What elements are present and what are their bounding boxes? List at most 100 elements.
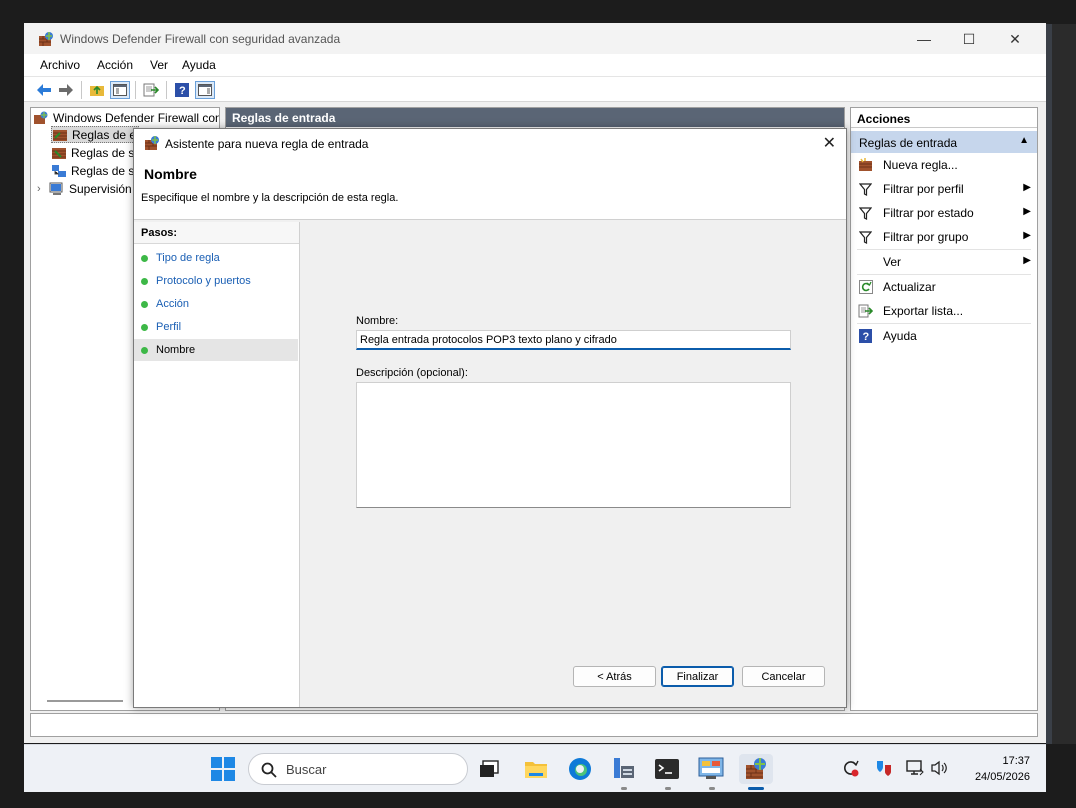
step-profile[interactable]: Perfil [134, 316, 298, 338]
export-icon [858, 304, 873, 318]
submenu-arrow-icon: ▶ [1023, 182, 1031, 193]
action-filter-group[interactable]: Filtrar por grupo ▶ [851, 225, 1037, 249]
tree-item-label: Reglas de s [71, 163, 135, 178]
rule-name-input[interactable] [356, 330, 791, 350]
horizontal-scrollbar[interactable] [47, 700, 123, 702]
action-filter-profile[interactable]: Filtrar por perfil ▶ [851, 177, 1037, 201]
step-action[interactable]: Acción [134, 293, 298, 315]
outbound-rules-icon [52, 147, 66, 159]
actions-section-inbound-rules[interactable]: Reglas de entrada ▲ [851, 131, 1037, 153]
tree-item-outbound-rules[interactable]: Reglas de s [51, 144, 134, 161]
action-view[interactable]: Ver ▶ [851, 250, 1037, 274]
submenu-arrow-icon: ▶ [1023, 255, 1031, 266]
toolbar: ? [24, 76, 1046, 102]
taskbar: Buscar 17:37 24/05/2026 [24, 744, 1046, 792]
maximize-button[interactable]: ☐ [946, 27, 992, 51]
rule-description-input[interactable] [356, 382, 791, 508]
collapse-up-icon[interactable]: ▲ [1019, 135, 1029, 146]
menu-ver[interactable]: Ver [150, 58, 168, 72]
action-export-list[interactable]: Exportar lista... [851, 299, 1037, 323]
tree-item-monitoring[interactable]: › Supervisión [37, 180, 132, 197]
firewall-app-icon [39, 32, 53, 46]
tree-root[interactable]: Windows Defender Firewall con [33, 109, 220, 126]
menu-accion[interactable]: Acción [97, 58, 133, 72]
minimize-button[interactable]: — [901, 27, 947, 51]
actions-section-label: Reglas de entrada [859, 136, 958, 150]
cancel-button[interactable]: Cancelar [742, 666, 825, 687]
window-edge [1046, 24, 1052, 744]
submenu-arrow-icon: ▶ [1023, 230, 1031, 241]
step-label: Tipo de regla [156, 252, 220, 264]
toolbar-separator [166, 81, 167, 99]
new-inbound-rule-wizard: Asistente para nueva regla de entrada ✕ … [133, 128, 847, 708]
action-refresh[interactable]: Actualizar [851, 275, 1037, 299]
tree-item-label: Reglas de e [72, 127, 137, 142]
tree-item-connection-security-rules[interactable]: Reglas de s [51, 162, 134, 179]
task-view-icon[interactable] [474, 754, 504, 784]
clock-time: 17:37 [1002, 755, 1030, 767]
security-shield-icon[interactable] [874, 759, 894, 780]
volume-icon[interactable] [930, 759, 948, 780]
help-icon: ? [858, 329, 873, 343]
status-bar [30, 713, 1038, 737]
running-indicator [621, 787, 627, 790]
server-manager-icon[interactable] [609, 754, 639, 784]
action-label: Actualizar [883, 280, 936, 294]
network-icon[interactable] [906, 759, 924, 780]
submenu-arrow-icon: ▶ [1023, 206, 1031, 217]
control-panel-icon[interactable] [696, 754, 726, 784]
window-title: Windows Defender Firewall con seguridad … [60, 32, 341, 46]
monitoring-icon [49, 182, 63, 195]
firewall-icon [34, 111, 48, 124]
running-indicator [665, 787, 671, 790]
toolbar-separator [81, 81, 82, 99]
edge-browser-icon[interactable] [565, 754, 595, 784]
system-clock[interactable]: 17:37 24/05/2026 [960, 753, 1030, 785]
toolbar-separator [135, 81, 136, 99]
update-status-icon[interactable] [842, 759, 860, 780]
description-label: Descripción (opcional): [356, 367, 468, 379]
page-subheading: Especifique el nombre y la descripción d… [141, 192, 399, 204]
export-list-icon[interactable] [141, 81, 161, 99]
start-windows-icon[interactable] [208, 754, 238, 784]
dialog-close-icon[interactable]: ✕ [823, 133, 836, 153]
actions-header: Acciones [851, 108, 1037, 128]
tree-item-inbound-rules[interactable]: Reglas de e [51, 126, 140, 143]
step-complete-icon [141, 324, 148, 331]
action-label: Nueva regla... [883, 158, 958, 172]
close-button[interactable]: ✕ [992, 27, 1038, 51]
menu-archivo[interactable]: Archivo [40, 58, 80, 72]
show-hide-action-pane-icon[interactable] [195, 81, 215, 99]
help-icon[interactable]: ? [172, 81, 192, 99]
show-hide-tree-icon[interactable] [110, 81, 130, 99]
steps-panel: Pasos: Tipo de regla Protocolo y puertos… [134, 222, 300, 707]
title-bar: Windows Defender Firewall con seguridad … [24, 23, 1046, 54]
action-label: Filtrar por estado [883, 206, 974, 220]
menu-ayuda[interactable]: Ayuda [182, 58, 216, 72]
menu-bar: Archivo Acción Ver Ayuda [24, 54, 1046, 76]
step-name[interactable]: Nombre [134, 339, 298, 361]
step-rule-type[interactable]: Tipo de regla [134, 247, 298, 269]
back-arrow-icon[interactable] [34, 81, 54, 99]
action-new-rule[interactable]: Nueva regla... [851, 153, 1037, 177]
up-folder-icon[interactable] [87, 81, 107, 99]
action-help[interactable]: ? Ayuda [851, 324, 1037, 348]
desktop-background [1046, 24, 1076, 744]
chevron-right-icon[interactable]: › [37, 183, 49, 195]
action-label: Filtrar por perfil [883, 182, 964, 196]
terminal-icon[interactable] [652, 754, 682, 784]
action-filter-state[interactable]: Filtrar por estado ▶ [851, 201, 1037, 225]
tree-item-label: Supervisión [69, 181, 132, 196]
forward-arrow-icon[interactable] [56, 81, 76, 99]
file-explorer-icon[interactable] [521, 754, 551, 784]
dialog-title: Asistente para nueva regla de entrada [165, 137, 369, 151]
tree-root-label: Windows Defender Firewall con [53, 110, 220, 125]
step-protocol-ports[interactable]: Protocolo y puertos [134, 270, 298, 292]
step-label: Protocolo y puertos [156, 275, 251, 287]
firewall-taskbar-icon[interactable] [739, 754, 773, 784]
back-button[interactable]: < Atrás [573, 666, 656, 687]
firewall-app-icon [145, 136, 159, 150]
step-current-icon [141, 347, 148, 354]
taskbar-search[interactable]: Buscar [248, 753, 468, 785]
finish-button[interactable]: Finalizar [661, 666, 734, 687]
